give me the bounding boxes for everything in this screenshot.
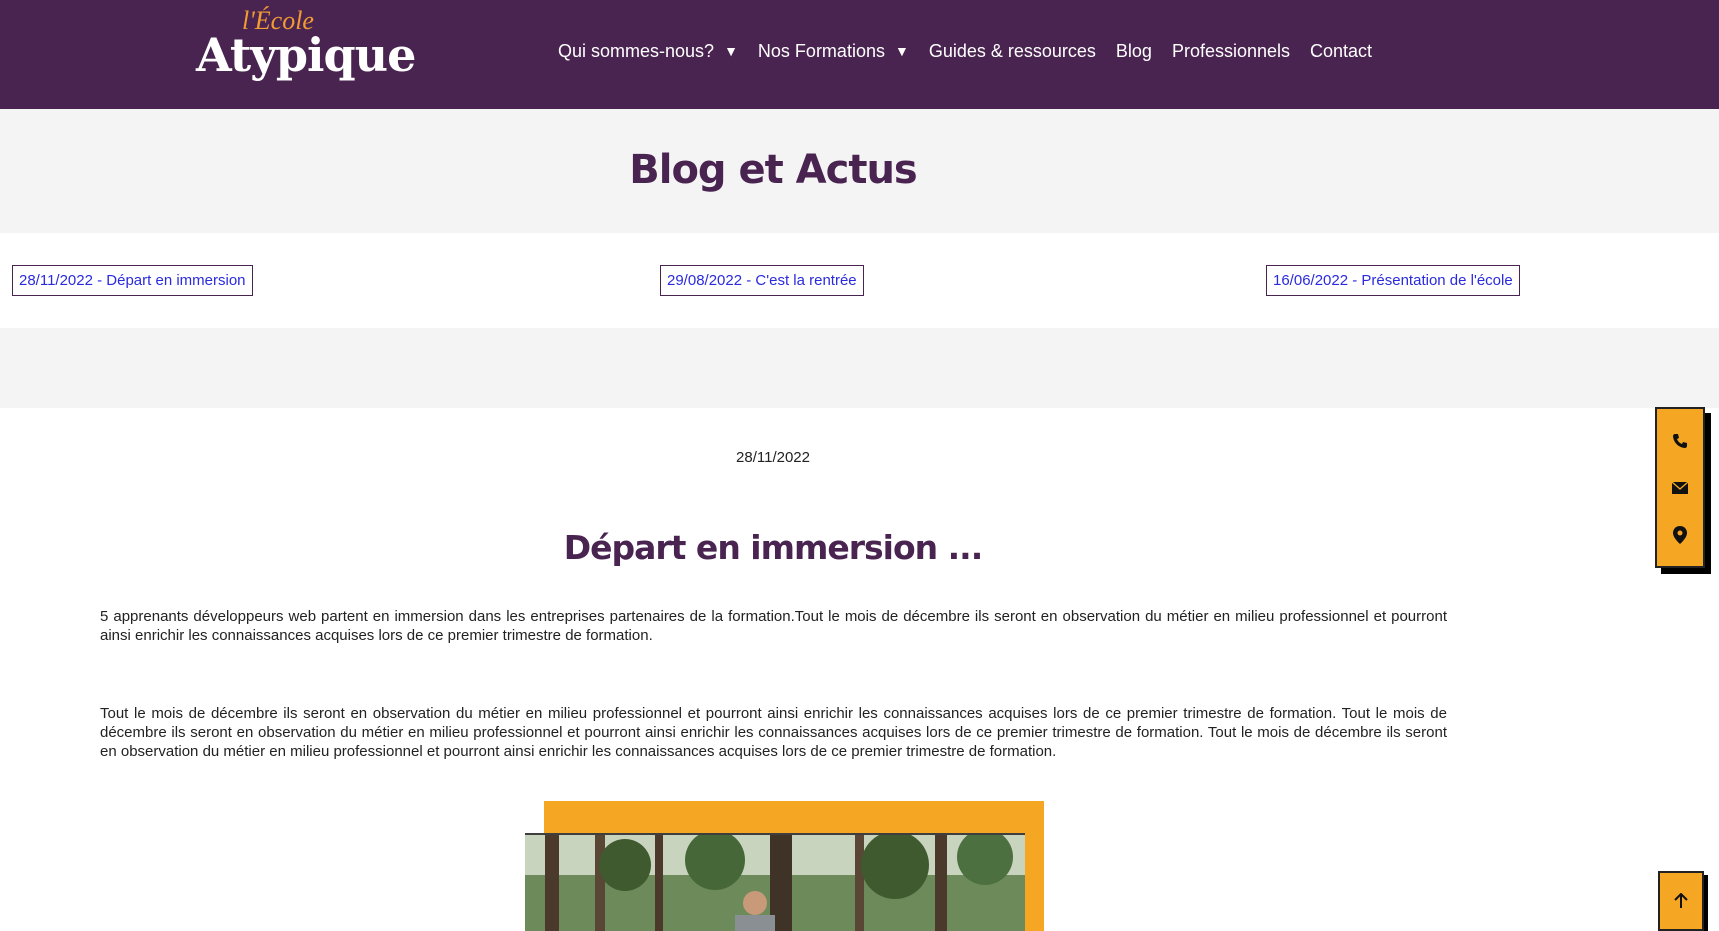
article-title: Départ en immersion ... bbox=[563, 528, 984, 567]
site-header: l'École Atypique Qui sommes-nous? ▼ Nos … bbox=[0, 0, 1719, 109]
arrow-up-icon bbox=[1674, 893, 1688, 908]
nav-item-professionnels[interactable]: Professionnels bbox=[1172, 41, 1290, 62]
post-link-rentree[interactable]: 29/08/2022 - C'est la rentrée bbox=[660, 265, 864, 296]
nav-item-label: Contact bbox=[1310, 40, 1373, 61]
envelope-icon[interactable] bbox=[1668, 476, 1692, 500]
nav-item-contact[interactable]: Contact bbox=[1310, 41, 1372, 62]
nav-item-qui-sommes-nous[interactable]: Qui sommes-nous? ▼ bbox=[558, 41, 738, 62]
nav-item-label: Guides & ressources bbox=[928, 40, 1096, 61]
article-photo bbox=[525, 833, 1025, 931]
article-paragraph: 5 apprenants développeurs web partent en… bbox=[100, 608, 1447, 644]
article-date: 28/11/2022 bbox=[736, 449, 810, 466]
article-paragraph: Tout le mois de décembre ils seront en o… bbox=[100, 705, 1447, 760]
caret-down-icon: ▼ bbox=[894, 43, 909, 59]
post-links: 28/11/2022 - Départ en immersion 29/08/2… bbox=[0, 233, 1719, 328]
separator-band bbox=[0, 328, 1719, 408]
page-title: Blog et Actus bbox=[629, 147, 918, 193]
logo-main-text: Atypique bbox=[196, 28, 416, 82]
nav-item-label: Blog bbox=[1115, 40, 1152, 61]
nav-item-label: Nos Formations bbox=[757, 40, 885, 61]
logo[interactable]: l'École Atypique bbox=[196, 6, 416, 92]
nav-item-nos-formations[interactable]: Nos Formations ▼ bbox=[758, 41, 909, 62]
nav-item-label: Qui sommes-nous? bbox=[558, 40, 715, 61]
nav-item-label: Professionnels bbox=[1171, 40, 1291, 61]
map-marker-icon[interactable] bbox=[1668, 523, 1692, 547]
nav-item-guides[interactable]: Guides & ressources bbox=[929, 41, 1096, 62]
nav-item-blog[interactable]: Blog bbox=[1116, 41, 1152, 62]
page: l'École Atypique Qui sommes-nous? ▼ Nos … bbox=[0, 0, 1719, 931]
main-nav: Qui sommes-nous? ▼ Nos Formations ▼ Guid… bbox=[558, 36, 1392, 66]
caret-down-icon: ▼ bbox=[724, 43, 738, 59]
phone-icon[interactable] bbox=[1668, 429, 1692, 453]
post-link-presentation[interactable]: 16/06/2022 - Présentation de l'école bbox=[1266, 265, 1520, 296]
contact-widget bbox=[1655, 407, 1705, 568]
title-band: Blog et Actus bbox=[0, 109, 1719, 233]
post-link-depart-immersion[interactable]: 28/11/2022 - Départ en immersion bbox=[12, 265, 253, 296]
back-to-top-button[interactable] bbox=[1658, 871, 1704, 931]
